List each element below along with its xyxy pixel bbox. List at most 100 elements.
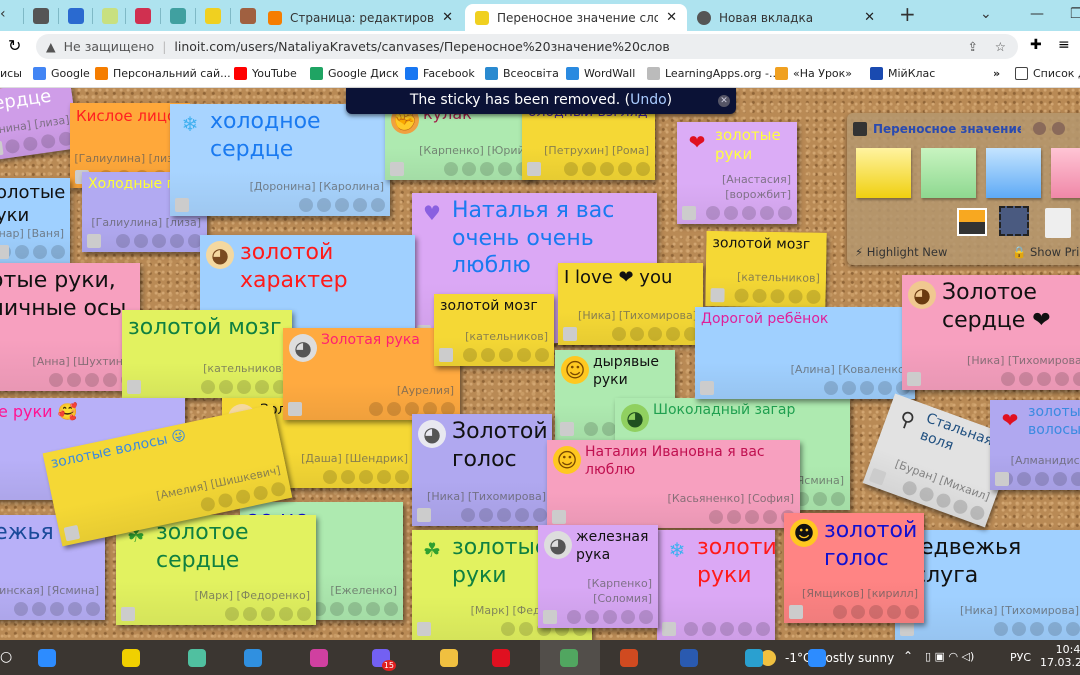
sticky-note[interactable]: ☻ золотой голос [Ямщиков] [кирилл] xyxy=(784,513,924,623)
face-icon[interactable] xyxy=(288,402,302,416)
face-icon[interactable] xyxy=(995,472,1009,486)
user-icon[interactable] xyxy=(15,245,29,259)
calendar-icon[interactable] xyxy=(724,206,738,220)
video-icon[interactable] xyxy=(999,206,1029,236)
download-icon[interactable] xyxy=(618,162,632,176)
calendar-icon[interactable] xyxy=(4,138,21,155)
download-icon[interactable] xyxy=(498,162,512,176)
sticky-note[interactable]: олотые уки [нар] [Ваня] xyxy=(0,178,70,263)
download-icon[interactable] xyxy=(1048,622,1062,636)
photo-icon[interactable] xyxy=(957,208,987,236)
user-icon[interactable] xyxy=(499,348,513,362)
edit-icon[interactable] xyxy=(225,607,239,621)
new-tab-button[interactable]: + xyxy=(899,2,916,26)
user-icon[interactable] xyxy=(869,605,883,619)
edit-icon[interactable] xyxy=(994,622,1008,636)
edit-icon[interactable] xyxy=(501,622,515,636)
check-icon[interactable] xyxy=(535,348,549,362)
face-icon[interactable] xyxy=(87,234,101,248)
download-icon[interactable] xyxy=(353,198,367,212)
cat-app-icon[interactable] xyxy=(188,649,206,667)
download-icon[interactable] xyxy=(515,508,529,522)
calendar-icon[interactable] xyxy=(519,622,533,636)
sticky-note[interactable]: сердце [нина] [лиза] xyxy=(0,88,80,162)
user-icon[interactable] xyxy=(50,602,64,616)
face-icon[interactable] xyxy=(560,422,574,436)
calendar-icon[interactable] xyxy=(134,234,148,248)
check-icon[interactable] xyxy=(1066,622,1080,636)
bookmark-item[interactable]: исы xyxy=(0,67,22,80)
pink-sticky-swatch[interactable] xyxy=(1051,148,1080,198)
close-tab-icon[interactable]: ✕ xyxy=(442,10,453,25)
edit-icon[interactable] xyxy=(706,206,720,220)
calendar-icon[interactable] xyxy=(341,470,355,484)
tab-new[interactable]: Новая вкладка ✕ xyxy=(687,4,885,31)
edge-icon[interactable] xyxy=(745,649,763,667)
user-icon[interactable] xyxy=(600,162,614,176)
face-icon[interactable] xyxy=(175,198,189,212)
face-icon[interactable] xyxy=(662,622,676,636)
sticky-note[interactable]: ❄ золотие руки xyxy=(657,530,775,640)
face-icon[interactable] xyxy=(900,622,914,636)
edit-icon[interactable] xyxy=(734,288,749,303)
download-icon[interactable] xyxy=(33,245,47,259)
calendar-icon[interactable] xyxy=(1019,372,1033,386)
tray-chevron-icon[interactable]: ⌃ xyxy=(903,649,913,663)
download-icon[interactable] xyxy=(621,610,635,624)
canvas-title[interactable]: Переносное значение слов xyxy=(873,122,1021,136)
user-icon[interactable] xyxy=(234,488,252,506)
calendar-icon[interactable] xyxy=(481,348,495,362)
user-icon[interactable] xyxy=(335,198,349,212)
app-blue-icon[interactable] xyxy=(68,8,84,24)
user-icon[interactable] xyxy=(1035,472,1049,486)
close-toast-icon[interactable]: ✕ xyxy=(718,95,730,107)
edit-icon[interactable] xyxy=(299,198,313,212)
address-bar[interactable]: ▲ Не защищено | linoit.com/users/Nataliy… xyxy=(36,34,1018,59)
bookmark-item[interactable]: «На Урок» xyxy=(775,67,852,80)
calendar-icon[interactable] xyxy=(630,327,644,341)
check-icon[interactable] xyxy=(395,470,409,484)
chart-icon[interactable] xyxy=(135,8,151,24)
edit-icon[interactable] xyxy=(900,479,919,498)
user-icon[interactable] xyxy=(152,234,166,248)
bookmark-item[interactable]: Google xyxy=(33,67,90,80)
folder-icon[interactable] xyxy=(440,649,458,667)
flower-icon[interactable] xyxy=(102,8,118,24)
download-icon[interactable] xyxy=(255,380,269,394)
face-icon[interactable] xyxy=(127,380,141,394)
edit-icon[interactable] xyxy=(49,373,63,387)
tab-linoit[interactable]: Переносное значение слов - linoit ✕ xyxy=(465,4,687,31)
face-icon[interactable] xyxy=(563,327,577,341)
check-icon[interactable] xyxy=(51,245,65,259)
user-icon[interactable] xyxy=(85,373,99,387)
sticky-note[interactable]: золотой мозг [кательников] xyxy=(434,294,554,366)
face-icon[interactable] xyxy=(700,381,714,395)
calendar-icon[interactable] xyxy=(702,622,716,636)
user-icon[interactable] xyxy=(720,622,734,636)
bookmark-item[interactable]: LearningApps.org -... xyxy=(647,67,779,80)
user-icon[interactable] xyxy=(742,206,756,220)
calendar-icon[interactable] xyxy=(317,198,331,212)
zoom-icon[interactable] xyxy=(808,649,826,667)
face-icon[interactable] xyxy=(552,510,566,524)
powerpoint-icon[interactable] xyxy=(620,649,638,667)
download-icon[interactable] xyxy=(40,133,57,150)
home-icon[interactable] xyxy=(1033,122,1046,135)
face-icon[interactable] xyxy=(417,508,431,522)
calendar-icon[interactable] xyxy=(727,510,741,524)
security-label[interactable]: Не защищено xyxy=(64,39,155,54)
blue-sticky-swatch[interactable] xyxy=(986,148,1041,198)
sticky-note[interactable]: Дорогой ребёнок [Алина] [Коваленко] xyxy=(695,307,915,399)
download-icon[interactable] xyxy=(252,484,269,502)
bookmark-item[interactable]: Всеосвіта xyxy=(485,67,559,80)
calendar-icon[interactable] xyxy=(479,508,493,522)
check-icon[interactable] xyxy=(639,610,653,624)
edit-icon[interactable] xyxy=(201,380,215,394)
user-icon[interactable] xyxy=(261,607,275,621)
clock[interactable]: 10:49 17.03.2022 xyxy=(1040,643,1080,669)
avatar[interactable] xyxy=(853,122,867,136)
bookmark-item[interactable]: Персональний сай... xyxy=(95,67,231,80)
edit-icon[interactable] xyxy=(461,508,475,522)
edit-icon[interactable] xyxy=(833,605,847,619)
calendar-icon[interactable] xyxy=(752,288,767,304)
